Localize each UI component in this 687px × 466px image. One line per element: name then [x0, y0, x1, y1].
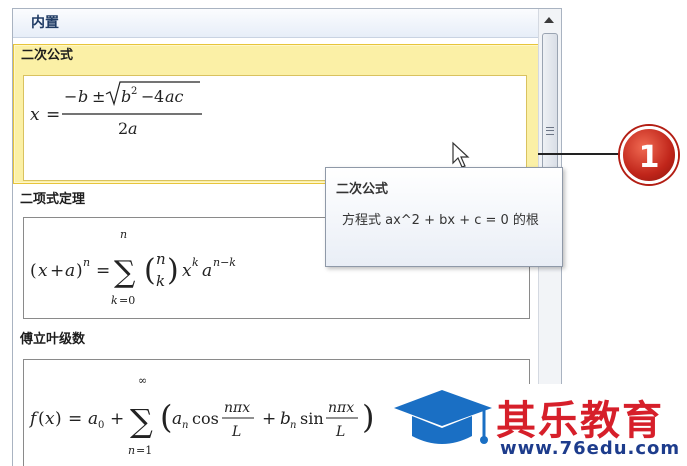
svg-text:∑: ∑ [114, 255, 136, 290]
svg-text:n−k: n−k [213, 256, 236, 269]
callout-number-badge: 1 [620, 126, 678, 184]
mouse-pointer-icon [452, 141, 470, 168]
tooltip-title: 二次公式 [336, 182, 389, 197]
svg-text:): ) [362, 398, 374, 436]
svg-text:a: a [128, 119, 138, 138]
svg-text:∞: ∞ [138, 374, 147, 387]
svg-text:=: = [46, 105, 60, 125]
svg-text:(: ( [30, 261, 37, 281]
svg-text:2: 2 [131, 86, 137, 97]
graduation-cap-icon [394, 390, 492, 444]
svg-text:a: a [65, 261, 75, 281]
svg-text:n: n [290, 420, 296, 431]
svg-text:): ) [167, 253, 179, 288]
svg-text:+: + [50, 261, 64, 281]
svg-text:b: b [78, 87, 88, 106]
svg-text:sin: sin [300, 409, 324, 428]
svg-text:nπx: nπx [328, 400, 354, 416]
svg-text:x: x [30, 105, 40, 125]
svg-text:): ) [55, 409, 62, 429]
svg-text:a: a [202, 261, 212, 281]
svg-text:2: 2 [118, 119, 128, 138]
svg-text:=0: =0 [119, 294, 135, 307]
svg-text:n: n [182, 420, 188, 431]
svg-text:k: k [156, 272, 165, 290]
gallery-item-title: 傅立叶级数 [20, 332, 86, 347]
svg-text:∑: ∑ [130, 402, 153, 440]
svg-text:L: L [231, 424, 241, 440]
watermark-logo: 其乐教育 www.76edu.com [384, 384, 687, 466]
scroll-up-arrow-icon[interactable] [544, 17, 554, 23]
svg-text:x: x [45, 409, 55, 429]
tooltip-description: 方程式 ax^2 + bx + c = 0 的根 [342, 213, 539, 228]
svg-text:nπx: nπx [224, 400, 250, 416]
svg-text:): ) [76, 261, 83, 281]
svg-text:b: b [121, 87, 131, 106]
svg-text:ac: ac [165, 87, 184, 106]
gallery-section-header: 内置 [13, 9, 561, 38]
svg-text:(: ( [160, 398, 172, 436]
fourier-series-graphic: f ( x ) = a 0 + ∞ ∑ n =1 ( a n cos nπx L… [28, 374, 374, 457]
svg-text:(: ( [144, 253, 156, 288]
svg-text:+: + [262, 409, 276, 429]
quadratic-formula-graphic: x = − b ± b 2 − 4 ac 2 a [30, 81, 202, 138]
svg-text:k: k [111, 294, 118, 307]
svg-text:(: ( [38, 409, 45, 429]
svg-text:±: ± [92, 87, 105, 106]
watermark-url: www.76edu.com [500, 438, 681, 459]
svg-text:a: a [172, 409, 182, 429]
tooltip: 二次公式 方程式 ax^2 + bx + c = 0 的根 [325, 167, 563, 267]
svg-text:k: k [192, 256, 199, 269]
svg-text:a: a [88, 409, 98, 429]
svg-text:n: n [128, 444, 135, 457]
svg-text:n: n [120, 228, 127, 241]
svg-text:=: = [68, 409, 82, 429]
svg-text:4: 4 [154, 87, 164, 106]
svg-text:0: 0 [98, 420, 104, 431]
svg-text:L: L [335, 424, 345, 440]
svg-text:−: − [141, 87, 154, 106]
svg-text:=: = [96, 261, 110, 281]
binomial-theorem-graphic: ( x + a ) n = n ∑ k =0 ( n k ) x k a n−k [30, 228, 236, 307]
gallery-item-title: 二次公式 [21, 48, 74, 63]
svg-text:=1: =1 [136, 444, 152, 457]
svg-text:+: + [110, 409, 124, 429]
callout-line [538, 153, 626, 155]
svg-text:−: − [64, 87, 77, 106]
svg-text:cos: cos [192, 409, 219, 428]
svg-text:n: n [83, 256, 90, 269]
svg-text:x: x [38, 261, 48, 281]
svg-text:n: n [156, 250, 166, 268]
grip-icon [546, 127, 554, 135]
svg-text:x: x [182, 261, 192, 281]
